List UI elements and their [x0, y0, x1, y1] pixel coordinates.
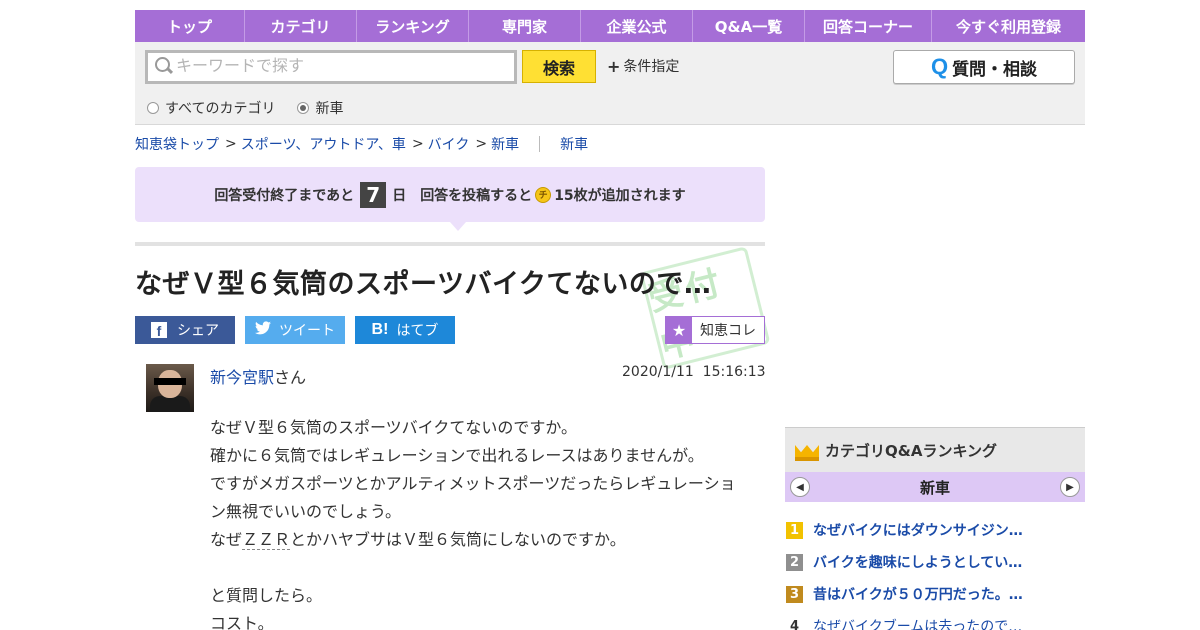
- question-line-after: とかハヤブサはＶ型６気筒にしないのですか。: [290, 530, 626, 549]
- breadcrumb-separator: >: [411, 136, 424, 152]
- ranking-list: 1 なぜバイクにはダウンサイジン… 2 バイクを趣味にしようとしてい… 3 昔は…: [785, 514, 1085, 630]
- question-line: 確かに６気筒ではレギュレーションで出れるレースはありませんが。: [210, 446, 704, 465]
- notice-days-unit: 日: [392, 187, 407, 204]
- question-date: 2020/1/11 15:16:13: [622, 364, 766, 380]
- nav-top[interactable]: トップ: [135, 10, 245, 42]
- question-line: なぜＶ型６気筒のスポーツバイクてないのですか。: [210, 418, 578, 437]
- ranking-item[interactable]: 1 なぜバイクにはダウンサイジン…: [785, 514, 1085, 546]
- search-icon: [152, 55, 176, 79]
- nav-ranking[interactable]: ランキング: [357, 10, 469, 42]
- rank-number-badge: 3: [786, 585, 803, 603]
- ranking-title: カテゴリQ&Aランキング: [825, 441, 997, 460]
- question-line: なぜＺＺＲとかハヤブサはＶ型６気筒にしないのですか。: [210, 526, 750, 554]
- ranking-category: 新車: [919, 478, 950, 497]
- search-input[interactable]: [176, 54, 506, 80]
- keyword-link[interactable]: ＺＺＲ: [242, 530, 291, 550]
- scope-label-all: すべてのカテゴリ: [165, 101, 276, 117]
- notice-reward-suffix: 15枚が追加されます: [554, 187, 686, 204]
- breadcrumb-link-bike[interactable]: バイク: [428, 134, 470, 154]
- scope-label-category: 新車: [315, 101, 344, 117]
- question-q-icon: Q: [930, 54, 949, 79]
- breadcrumb-link-newcar[interactable]: 新車: [491, 134, 519, 154]
- ranking-item[interactable]: 4 なぜバイクブームは去ったので…: [785, 610, 1085, 630]
- ranking-item-link[interactable]: なぜバイクにはダウンサイジン…: [813, 520, 1023, 540]
- radio-unchecked-icon: [147, 102, 159, 114]
- next-arrow-icon[interactable]: ▶: [1060, 477, 1080, 497]
- avatar[interactable]: [146, 364, 194, 412]
- question-line: ン無視でいいのでしょう。: [210, 502, 402, 521]
- notice-reward-prefix: 回答を投稿すると: [420, 187, 533, 204]
- question-title: なぜＶ型６気筒のスポーツバイクてないので…: [135, 269, 712, 300]
- facebook-share-label: シェア: [177, 323, 219, 339]
- star-icon: ★: [666, 317, 692, 343]
- question-line-before: なぜ: [210, 530, 243, 549]
- nav-answer-corner[interactable]: 回答コーナー: [805, 10, 932, 42]
- plus-icon: +: [607, 56, 621, 76]
- collect-label: 知恵コレ: [700, 323, 756, 339]
- question-body: なぜＶ型６気筒のスポーツバイクてないのですか。 確かに６気筒ではレギュレーション…: [210, 414, 750, 630]
- prev-arrow-icon[interactable]: ◀: [790, 477, 810, 497]
- ranking-item-link[interactable]: 昔はバイクが５０万円だった。…: [813, 584, 1023, 604]
- search-area: 検索 + 条件指定 Q 質問・相談 すべてのカテゴリ 新車: [135, 42, 1085, 125]
- ranking-item-link[interactable]: なぜバイクブームは去ったので…: [813, 616, 1022, 630]
- hatena-share-label: はてブ: [396, 323, 439, 339]
- breadcrumb-link-sports[interactable]: スポーツ、アウトドア、車: [241, 134, 406, 154]
- facebook-share-button[interactable]: f シェア: [135, 316, 235, 344]
- ask-button-label: 質問・相談: [952, 59, 1038, 80]
- search-box[interactable]: [145, 50, 517, 84]
- hatena-bookmark-button[interactable]: B! はてブ: [355, 316, 455, 344]
- asker-info: 新今宮駅さん: [210, 364, 306, 388]
- chie-coin-icon: チ: [535, 186, 552, 203]
- notice-prefix: 回答受付終了まであと: [214, 187, 355, 204]
- breadcrumb-link-top[interactable]: 知恵袋トップ: [135, 134, 219, 154]
- breadcrumb-divider: [539, 136, 541, 152]
- question-line: コスト。: [210, 614, 274, 630]
- ranking-item[interactable]: 3 昔はバイクが５０万円だった。…: [785, 578, 1085, 610]
- breadcrumb-separator: >: [225, 136, 237, 152]
- breadcrumb: 知恵袋トップ > スポーツ、アウトドア、車 > バイク > 新車 新車: [135, 134, 588, 154]
- ranking-item-link[interactable]: バイクを趣味にしようとしてい…: [813, 552, 1022, 572]
- scope-radio-all[interactable]: すべてのカテゴリ: [147, 98, 275, 118]
- deadline-notice: 回答受付終了まであと 7 日 回答を投稿すると チ 15枚が追加されます: [135, 167, 765, 231]
- search-button[interactable]: 検索: [522, 50, 596, 83]
- chie-collection-button[interactable]: ★ 知恵コレ: [665, 316, 765, 344]
- breadcrumb-current-category[interactable]: 新車: [560, 134, 588, 154]
- avatar-body: [150, 396, 190, 412]
- question-line: と質問したら。: [210, 586, 323, 605]
- ranking-item[interactable]: 2 バイクを趣味にしようとしてい…: [785, 546, 1085, 578]
- facebook-icon: f: [151, 322, 167, 338]
- ask-question-button[interactable]: Q 質問・相談: [893, 50, 1075, 84]
- nav-register[interactable]: 今すぐ利用登録: [932, 10, 1085, 42]
- section-divider: [135, 242, 765, 246]
- nav-official[interactable]: 企業公式: [581, 10, 693, 42]
- twitter-share-label: ツイート: [279, 323, 335, 339]
- question-line: [210, 554, 750, 582]
- twitter-bird-icon: [255, 321, 271, 339]
- twitter-share-button[interactable]: ツイート: [245, 316, 345, 344]
- ranking-header: カテゴリQ&Aランキング: [785, 427, 1085, 472]
- nav-category[interactable]: カテゴリ: [245, 10, 357, 42]
- search-scope: すべてのカテゴリ 新車: [147, 98, 365, 118]
- breadcrumb-separator: >: [475, 136, 488, 152]
- scope-radio-category[interactable]: 新車: [297, 98, 343, 118]
- question-line: ですがメガスポーツとかアルティメットスポーツだったらレギュレーショ: [210, 474, 736, 493]
- conditions-label: 条件指定: [623, 59, 680, 75]
- hatena-icon: B!: [371, 321, 389, 338]
- global-nav: トップ カテゴリ ランキング 専門家 企業公式 Q&A一覧 回答コーナー 今すぐ…: [135, 10, 1085, 42]
- crown-icon: [795, 439, 819, 461]
- ranking-category-bar: ◀ 新車 ▶: [785, 472, 1085, 502]
- nav-qa-list[interactable]: Q&A一覧: [693, 10, 805, 42]
- days-remaining: 7: [360, 181, 387, 208]
- radio-checked-icon: [297, 102, 310, 114]
- conditions-link[interactable]: + 条件指定: [607, 56, 679, 76]
- nav-experts[interactable]: 専門家: [469, 10, 581, 42]
- rank-number-badge: 4: [789, 618, 800, 630]
- avatar-censor-bar: [154, 378, 186, 385]
- rank-number-badge: 1: [786, 521, 803, 539]
- rank-number-badge: 2: [786, 553, 803, 571]
- asker-name-link[interactable]: 新今宮駅: [210, 368, 274, 387]
- asker-suffix: さん: [274, 368, 307, 387]
